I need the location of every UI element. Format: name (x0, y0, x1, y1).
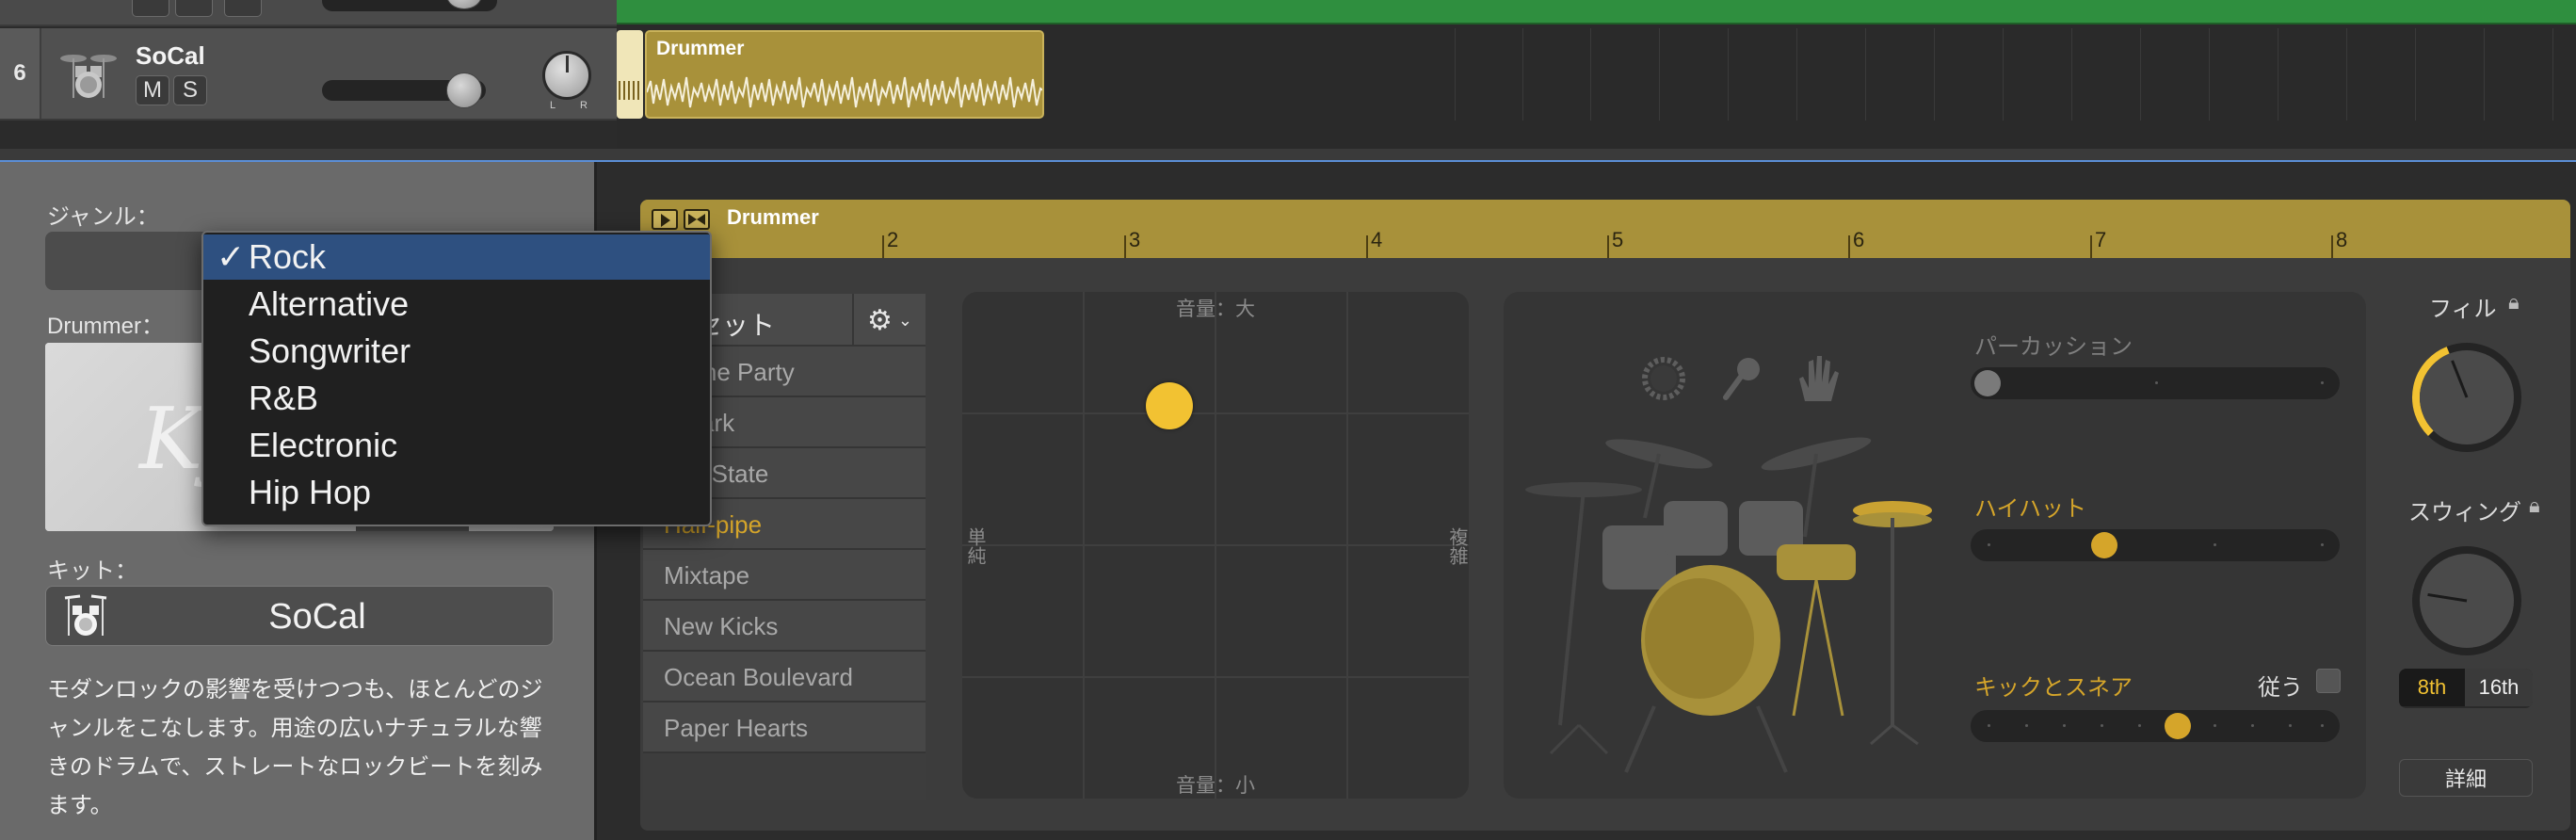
hihat-label: ハイハット (1974, 496, 2087, 522)
details-button[interactable]: 詳細 (2399, 759, 2533, 797)
drummer-label: Drummer： (47, 314, 164, 339)
kit-name: SoCal (268, 597, 366, 637)
snare-drum (1777, 544, 1856, 580)
tracks-area: 6 SoCal M S L R Drummer (0, 0, 2576, 149)
percussion-slider[interactable] (1971, 367, 2340, 399)
ruler-bar-2: 2 (887, 228, 899, 251)
track5-solo-button[interactable] (175, 0, 213, 17)
swing-knob[interactable] (2407, 541, 2527, 661)
preset-item[interactable]: Mixtape (643, 550, 926, 601)
follow-region-icon[interactable] (684, 209, 710, 230)
genre-option-label: Rock (249, 237, 327, 276)
pan-left-label: L (550, 100, 556, 111)
xy-left-label: 単純 (964, 527, 985, 565)
seg-16th[interactable]: 16th (2465, 669, 2533, 706)
pan-right-label: R (580, 100, 588, 111)
percussion-slider-thumb[interactable] (1974, 370, 2001, 396)
xy-pad[interactable]: 音量：大 音量：小 単純 複雑 (962, 292, 1469, 799)
description-line: ャンルをこなします。用途の広いナチュラルな響 (47, 716, 542, 741)
track-header-6[interactable]: 6 SoCal M S L R (0, 28, 617, 121)
rack-tom-1 (1664, 501, 1728, 556)
xy-right-label: 複雑 (1446, 527, 1467, 565)
genre-option-songwriter[interactable]: Songwriter (203, 329, 710, 374)
swing-resolution-control[interactable]: 8th 16th (2399, 669, 2533, 708)
ruler-bar-6: 6 (1853, 228, 1865, 251)
drum-kit-icon (58, 47, 119, 104)
description-line: モダンロックの影響を受けつつも、ほとんどのジ (47, 677, 543, 703)
tambourine-icon[interactable] (1637, 352, 1690, 405)
description-line: ます。 (47, 793, 113, 818)
swing-lock-icon[interactable]: 🔒︎ (2529, 493, 2540, 518)
ruler-bar-5: 5 (1612, 228, 1624, 251)
kit-selector[interactable]: SoCal (45, 586, 554, 646)
region-header[interactable]: Drummer (640, 200, 2570, 258)
xy-puck[interactable] (1146, 382, 1193, 429)
genre-label: ジャンル： (47, 204, 159, 230)
region-start-segment[interactable] (617, 30, 643, 119)
volume-slider-thumb[interactable] (446, 73, 482, 108)
tracks-timeline-lane[interactable]: Drummer (617, 0, 2576, 149)
kick-snare-slider-thumb[interactable] (2165, 713, 2191, 739)
swing-label: スウィング (2408, 500, 2521, 525)
preset-action-menu[interactable]: ⚙ ⌄ (852, 294, 926, 347)
drummer-region[interactable]: Drummer (645, 30, 1044, 119)
drum-kit-illustration[interactable] (1522, 424, 1965, 791)
xy-top-label: 音量：大 (1176, 299, 1255, 320)
track-header-5[interactable] (0, 0, 617, 26)
preset-item[interactable]: Ocean Boulevard (643, 652, 926, 703)
genre-option-hiphop[interactable]: Hip Hop (203, 470, 710, 515)
checkmark-icon: ✓ (217, 237, 246, 276)
preset-item[interactable]: Paper Hearts (643, 703, 926, 753)
xy-bottom-label: 音量：小 (1176, 775, 1255, 797)
play-region-icon[interactable] (652, 209, 678, 230)
fill-knob[interactable] (2407, 337, 2527, 458)
genre-dropdown-menu[interactable]: ✓ Rock Alternative Songwriter R&B Electr… (201, 231, 712, 526)
kit-piece-area: パーカッション ハイハット キックとスネア 従う (1504, 292, 2366, 799)
description-line: きのドラムで、ストレートなロックビートを刻み (47, 754, 543, 780)
ruler-bar-7: 7 (2095, 228, 2107, 251)
follow-checkbox[interactable] (2316, 669, 2341, 693)
shaker-icon[interactable] (1715, 352, 1767, 405)
genre-option-alternative[interactable]: Alternative (203, 282, 710, 327)
waveform (647, 76, 1042, 108)
ruler-bar-3: 3 (1129, 228, 1141, 251)
track-number: 6 (0, 28, 41, 119)
mute-button[interactable]: M (136, 75, 169, 105)
kick-snare-slider[interactable] (1971, 710, 2340, 742)
fill-lock-icon[interactable]: 🔒︎ (2508, 290, 2520, 315)
track-name[interactable]: SoCal (136, 41, 205, 71)
seg-8th[interactable]: 8th (2399, 669, 2465, 706)
genre-option-rock[interactable]: ✓ Rock (203, 234, 710, 280)
track5-record-button[interactable] (224, 0, 262, 17)
preset-item[interactable]: New Kicks (643, 601, 926, 652)
genre-option-electronic[interactable]: Electronic (203, 423, 710, 468)
pane-separator[interactable] (0, 149, 2576, 162)
ruler-bar-8: 8 (2336, 228, 2348, 251)
gear-icon: ⚙ (867, 304, 893, 336)
region-editor-title: Drummer (727, 205, 819, 229)
kit-label: キット： (47, 558, 137, 584)
hihat-slider[interactable] (1971, 529, 2340, 561)
percussion-label: パーカッション (1974, 334, 2133, 360)
ruler-bar-4: 4 (1371, 228, 1383, 251)
pan-knob[interactable] (542, 51, 591, 100)
genre-option-rnb[interactable]: R&B (203, 376, 710, 421)
follow-label: 従う (2258, 675, 2303, 701)
solo-button[interactable]: S (173, 75, 207, 105)
track5-mute-button[interactable] (132, 0, 169, 17)
kick-snare-label: キックとスネア (1974, 675, 2133, 701)
hihat-slider-thumb[interactable] (2091, 532, 2117, 558)
chevron-down-icon: ⌄ (897, 310, 912, 330)
green-region[interactable] (617, 0, 2576, 24)
handclap-icon[interactable] (1792, 350, 1844, 407)
fill-label: フィル (2429, 297, 2497, 322)
drummer-description: モダンロックの影響を受けつつも、ほとんどのジ ャンルをこなします。用途の広いナチ… (47, 670, 560, 825)
region-title: Drummer (656, 38, 745, 59)
